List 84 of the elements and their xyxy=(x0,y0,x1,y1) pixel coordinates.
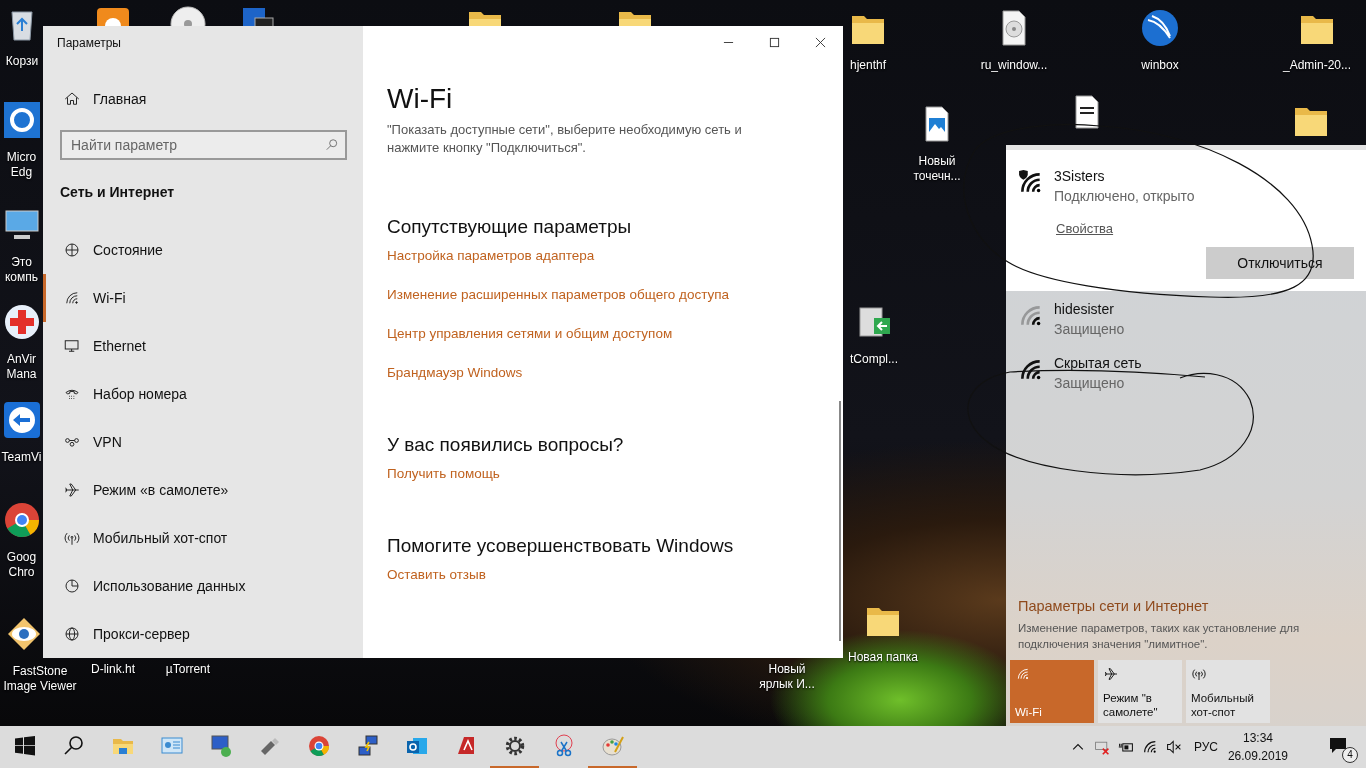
notification-icon[interactable] xyxy=(1328,735,1348,755)
palette-icon xyxy=(600,734,625,758)
icon-label: winbox xyxy=(1141,58,1179,73)
network-item[interactable]: hidesister Защищено xyxy=(1006,291,1366,345)
airplane-icon xyxy=(1103,666,1119,682)
icon-label: AnVir Mana xyxy=(5,352,38,382)
section-heading: Сопутствующие параметры xyxy=(387,215,632,239)
nav-item[interactable]: Ethernet xyxy=(43,322,363,370)
network-name: 3Sisters xyxy=(1054,168,1106,184)
icon-label: tCompl... xyxy=(850,352,898,367)
clock[interactable]: 13:34 26.09.2019 xyxy=(1227,729,1288,765)
settings-link[interactable]: Получить помощь xyxy=(387,464,500,484)
wifi-icon[interactable] xyxy=(1141,739,1158,755)
icon-label: hjenthf xyxy=(850,58,886,73)
nav-item[interactable]: Мобильный хот-спот xyxy=(43,514,363,562)
nav-item[interactable]: Набор номера xyxy=(43,370,363,418)
globe-icon xyxy=(63,241,81,259)
section-heading: У вас появились вопросы? xyxy=(387,433,624,457)
icon-label: _Admin-20... xyxy=(1282,58,1351,73)
nav-item[interactable]: Состояние xyxy=(43,226,363,274)
home-link[interactable]: Главная xyxy=(43,75,363,123)
muted-speaker-icon[interactable] xyxy=(1165,739,1182,755)
airplane-icon xyxy=(63,481,81,499)
network-name: Скрытая сеть xyxy=(1054,355,1142,371)
search-field[interactable]: Найти параметр xyxy=(60,130,347,160)
settings-link[interactable]: Изменение расширенных параметров общего доступа xyxy=(387,285,730,305)
nav-item[interactable]: Прокси-сервер xyxy=(43,610,363,658)
icon-label: µTorrent xyxy=(165,662,211,677)
monitor-icon xyxy=(208,734,233,758)
network-status: Защищено xyxy=(1054,321,1125,337)
icon-label: FastStone Image Viewer xyxy=(2,664,78,694)
network-computers-icon xyxy=(355,734,380,758)
quick-action-tile[interactable]: Wi-Fi xyxy=(1010,660,1094,723)
icon-label: Это компь xyxy=(3,255,40,285)
icon-label: Micro Edg xyxy=(5,150,38,180)
icon-label: Новая папка xyxy=(848,650,918,665)
pie-chart-icon xyxy=(63,577,81,595)
search-icon[interactable] xyxy=(325,138,339,152)
house-icon xyxy=(63,90,81,108)
properties-link[interactable]: Свойства xyxy=(1056,221,1114,236)
scrollbar-thumb[interactable] xyxy=(839,401,841,641)
network-status: Защищено xyxy=(1054,375,1126,391)
section-heading: Сеть и Интернет xyxy=(59,183,176,202)
quick-action-tile[interactable]: Режим "в самолете" xyxy=(1098,660,1182,723)
round-logo-icon xyxy=(306,734,331,758)
settings-link[interactable]: Оставить отзыв xyxy=(387,565,486,585)
settings-link[interactable]: Настройка параметров адаптера xyxy=(387,246,595,266)
nav-item[interactable]: Режим «в самолете» xyxy=(43,466,363,514)
language-indicator[interactable]: РУС xyxy=(1193,740,1218,754)
section-heading: Помогите усовершенствовать Windows xyxy=(387,534,734,558)
monitor-icon xyxy=(63,337,81,355)
network-name: hidesister xyxy=(1054,301,1115,317)
icon-label: ru_window... xyxy=(980,58,1048,73)
close-icon xyxy=(814,36,826,48)
window-title: Параметры xyxy=(56,35,122,52)
antenna-icon xyxy=(1191,666,1207,682)
ring-tile-icon[interactable] xyxy=(1,100,42,140)
icon-label: Goog Chro xyxy=(5,550,38,580)
clock-date: 26.09.2019 xyxy=(1227,748,1288,765)
icon-label: D-link.ht xyxy=(91,662,135,677)
page-description: "Показать доступные сети", выберите необходимую сеть и нажмите кнопку "Подключиться". xyxy=(387,121,743,157)
network-settings-link[interactable]: Параметры сети и Интернет xyxy=(1018,598,1354,614)
nav-item[interactable]: VPN xyxy=(43,418,363,466)
wifi-icon xyxy=(1015,666,1031,682)
notification-count: 4 xyxy=(1342,747,1358,763)
network-error-icon[interactable] xyxy=(1093,739,1110,755)
quick-action-tile[interactable]: Мобильный хот-спот xyxy=(1186,660,1270,723)
start-icon xyxy=(12,734,37,758)
wifi-icon xyxy=(63,289,81,307)
network-settings-hint: Изменение параметров, таких как установление для подключения значения "лимитное". xyxy=(1018,621,1301,652)
network-status: Подключено, открыто xyxy=(1054,188,1195,204)
nav-item[interactable]: Использование данных xyxy=(43,562,363,610)
settings-link[interactable]: Брандмауэр Windows xyxy=(387,363,523,383)
icon-label: Новый ярлык И... xyxy=(758,662,816,692)
icon-label: Корзи xyxy=(5,54,39,69)
globe-icon[interactable] xyxy=(1140,8,1180,48)
network-item[interactable]: Скрытая сеть Защищено xyxy=(1006,345,1366,399)
icon-label: Новый точечн... xyxy=(912,154,962,184)
icon-label: TeamVi xyxy=(1,450,42,465)
settings-link[interactable]: Центр управления сетями и общим доступом xyxy=(387,324,673,344)
page-title: Wi-Fi xyxy=(387,82,454,116)
clock-time: 13:34 xyxy=(1242,730,1273,747)
globe-icon xyxy=(63,625,81,643)
maximize-icon xyxy=(768,36,780,48)
